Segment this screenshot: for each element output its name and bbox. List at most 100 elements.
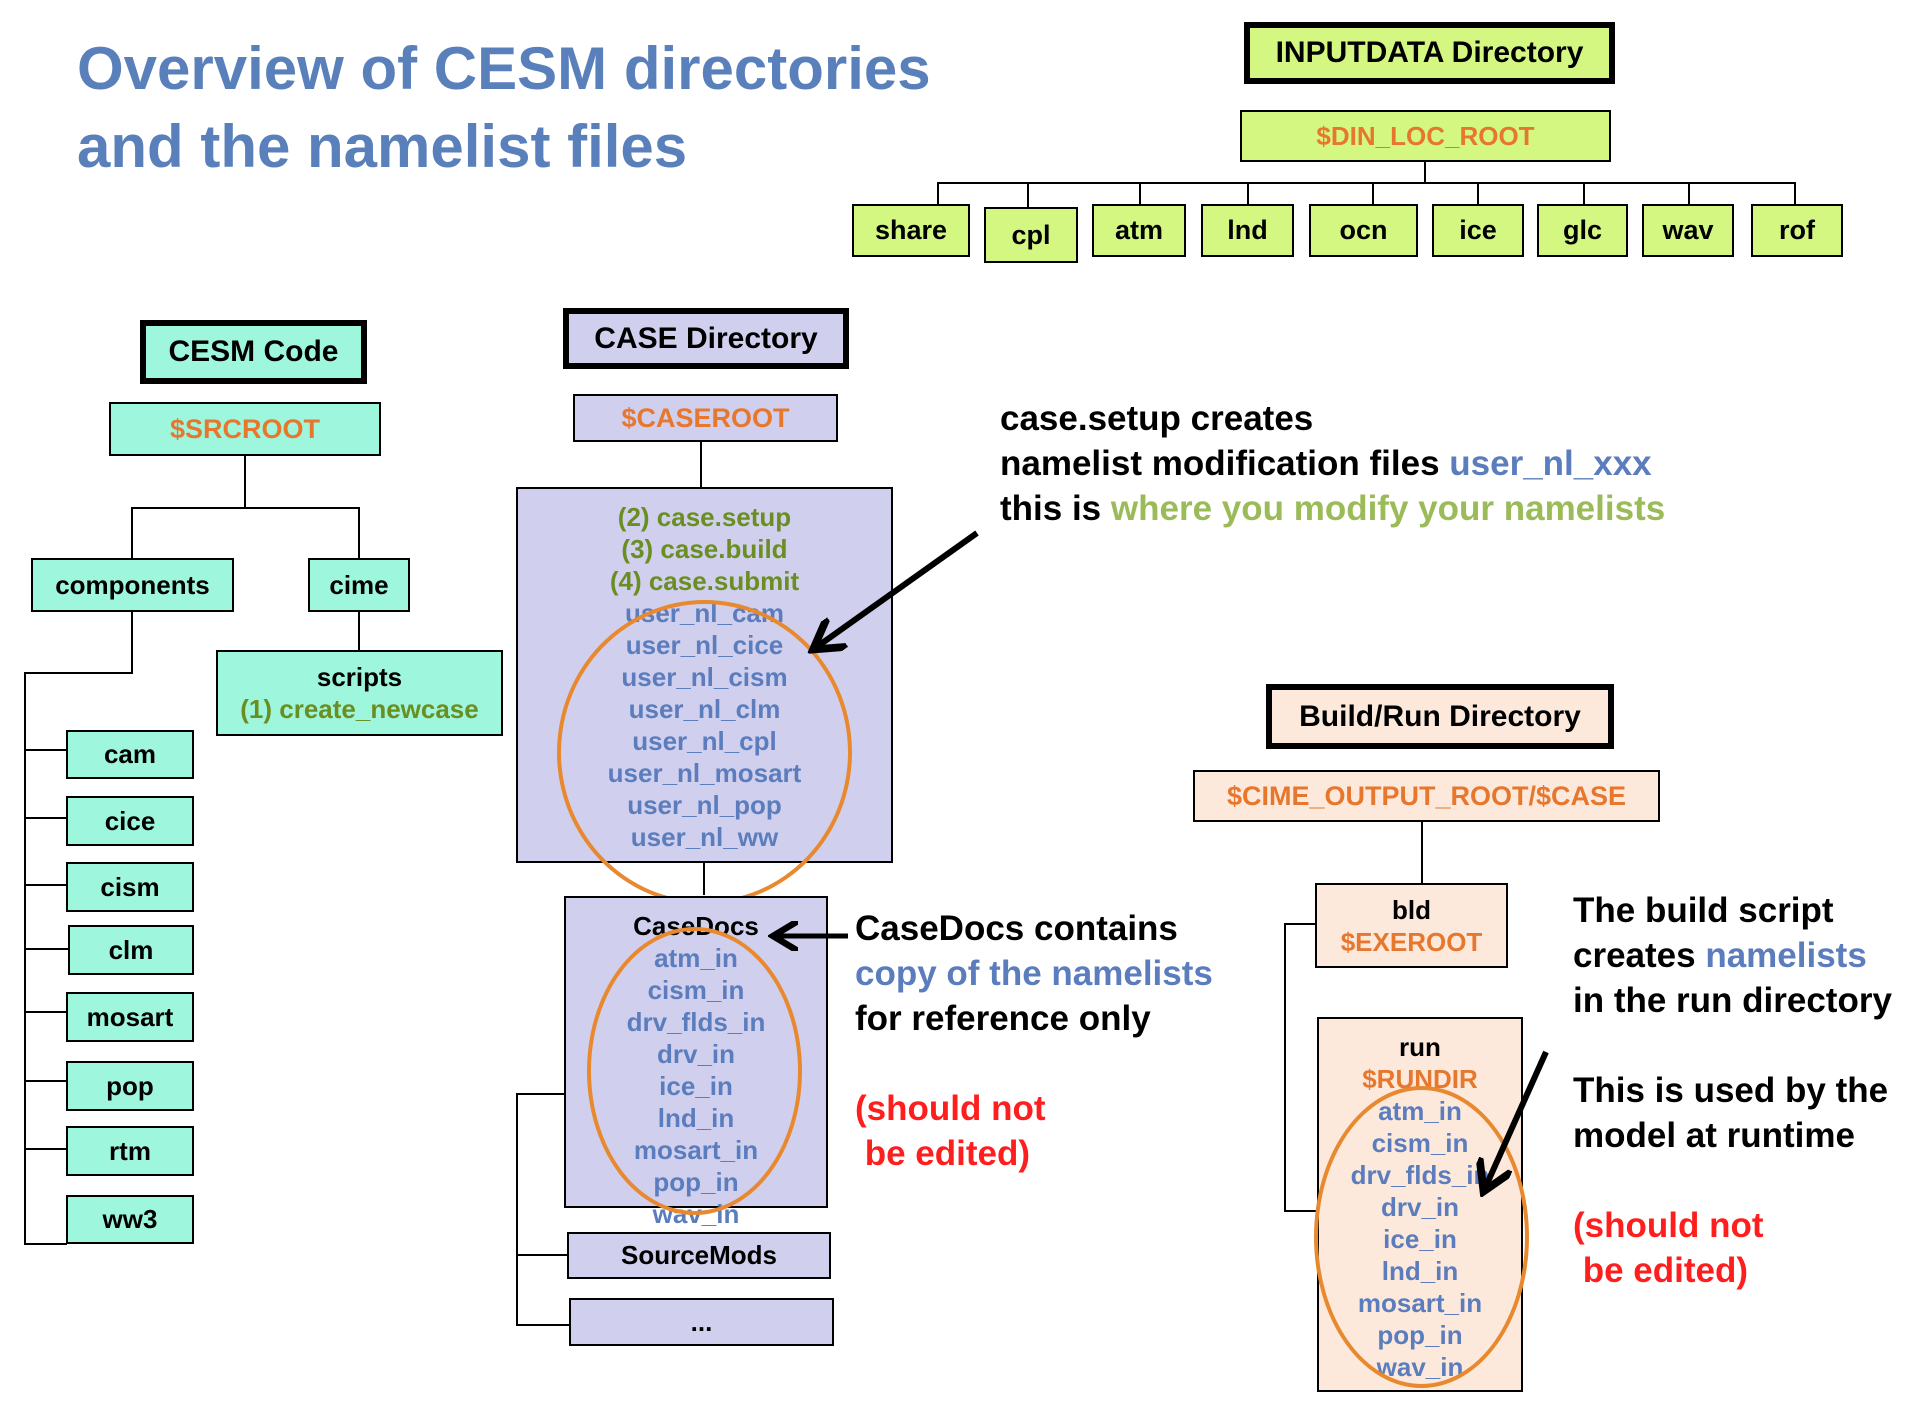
din-loc-root-box[interactable]: $DIN_LOC_ROOT [1240,110,1611,162]
case-setup-step[interactable]: (2) case.setup [618,501,791,533]
user-nl-file[interactable]: user_nl_cpl [632,725,777,757]
cime-box[interactable]: cime [308,558,410,612]
caseroot-contents-box: (2) case.setup (3) case.build (4) case.s… [516,487,893,863]
run-file[interactable]: atm_in [1378,1095,1462,1127]
run-file[interactable]: drv_in [1381,1191,1459,1223]
casedocs-label[interactable]: CaseDocs [633,910,759,942]
cime-output-root-label: $CIME_OUTPUT_ROOT/$CASE [1226,780,1627,811]
component-folder-cism[interactable]: cism [66,862,194,912]
inputdata-folder-cpl[interactable]: cpl [984,207,1078,263]
inputdata-folder-share[interactable]: share [852,204,970,257]
casedocs-list: CaseDocs atm_in cism_in drv_flds_in drv_… [627,910,766,1230]
inputdata-header-label: INPUTDATA Directory [1275,36,1584,69]
inputdata-folder-rof[interactable]: rof [1751,204,1843,257]
user-nl-file[interactable]: user_nl_cam [625,597,784,629]
case-setup-note: case.setup creates namelist modification… [1000,396,1665,531]
component-folder-ww3[interactable]: ww3 [66,1195,194,1244]
connector [1247,182,1249,205]
run-file[interactable]: ice_in [1383,1223,1457,1255]
scripts-label: scripts [316,662,403,692]
run-file[interactable]: cism_in [1372,1127,1469,1159]
warning-line: be edited) [1573,1251,1749,1290]
casedocs-file[interactable]: ice_in [659,1070,733,1102]
run-file[interactable]: wav_in [1377,1351,1464,1383]
casedocs-file[interactable]: drv_in [657,1038,735,1070]
more-folders-box[interactable]: ... [569,1298,834,1346]
modify-namelists-highlight: where you modify your namelists [1110,489,1666,528]
folder-label: cice [104,805,156,836]
connector [937,182,939,205]
casedocs-file[interactable]: wav_in [653,1198,740,1230]
run-file[interactable]: pop_in [1377,1319,1462,1351]
component-folder-clm[interactable]: clm [68,925,194,975]
connector [25,672,133,674]
inputdata-folder-ocn[interactable]: ocn [1309,204,1418,257]
connector [131,611,133,673]
components-label: components [55,569,210,600]
inputdata-folder-wav[interactable]: wav [1642,204,1734,257]
cime-label: cime [329,569,389,600]
run-list: run $RUNDIR atm_in cism_in drv_flds_in d… [1351,1031,1490,1383]
user-nl-file[interactable]: user_nl_pop [627,789,782,821]
user-nl-file[interactable]: user_nl_clm [629,693,781,725]
folder-label: glc [1562,215,1602,245]
case-directory-header-label: CASE Directory [594,321,818,355]
connector [1424,161,1426,184]
component-folder-cice[interactable]: cice [66,796,194,846]
component-folder-cam[interactable]: cam [66,730,194,779]
connector [131,507,359,509]
srcroot-box[interactable]: $SRCROOT [109,402,381,456]
case-submit-step[interactable]: (4) case.submit [610,565,799,597]
namelists-highlight: namelists [1705,936,1867,975]
components-box[interactable]: components [31,558,234,612]
connector [516,1093,564,1095]
user-nl-file[interactable]: user_nl_cism [621,661,787,693]
component-folder-rtm[interactable]: rtm [66,1126,194,1176]
connector [24,1080,67,1082]
user-nl-file[interactable]: user_nl_mosart [608,757,802,789]
casedocs-file[interactable]: drv_flds_in [627,1006,766,1038]
folder-label: ww3 [102,1204,158,1234]
caseroot-box[interactable]: $CASEROOT [573,394,838,442]
run-file[interactable]: mosart_in [1358,1287,1482,1319]
casedocs-file[interactable]: pop_in [653,1166,738,1198]
component-folder-mosart[interactable]: mosart [66,992,194,1042]
build-note: The build script creates namelists in th… [1573,888,1892,1293]
inputdata-folder-lnd[interactable]: lnd [1201,204,1294,257]
inputdata-folder-atm[interactable]: atm [1092,204,1186,257]
note-line: case.setup creates [1000,399,1314,438]
casedocs-file[interactable]: mosart_in [634,1134,758,1166]
connector [24,1011,67,1013]
connector [24,1243,67,1245]
note-line: The build script [1573,891,1834,930]
run-file[interactable]: lnd_in [1382,1255,1459,1287]
connector [358,611,360,650]
cime-output-root-box[interactable]: $CIME_OUTPUT_ROOT/$CASE [1193,770,1660,822]
more-folders-label: ... [690,1306,713,1337]
user-nl-file[interactable]: user_nl_cice [626,629,784,661]
casedocs-file[interactable]: atm_in [654,942,738,974]
din-loc-root-label: $DIN_LOC_ROOT [1316,120,1535,151]
folder-label: rof [1779,215,1815,245]
bld-box[interactable]: bld $EXEROOT [1315,883,1508,968]
inputdata-folder-ice[interactable]: ice [1432,204,1524,257]
inputdata-folder-glc[interactable]: glc [1537,204,1628,257]
scripts-box[interactable]: scripts (1) create_newcase [216,650,503,736]
casedocs-file[interactable]: cism_in [648,974,745,1006]
user-nl-file[interactable]: user_nl_ww [631,821,778,853]
warning-line: (should not [855,1089,1046,1128]
casedocs-file[interactable]: lnd_in [658,1102,735,1134]
connector [1139,182,1141,205]
component-folder-pop[interactable]: pop [66,1061,194,1111]
user-nl-xxx-highlight: user_nl_xxx [1449,444,1652,483]
srcroot-label: $SRCROOT [169,413,321,444]
case-directory-header: CASE Directory [563,308,849,369]
folder-label: lnd [1227,215,1268,245]
folder-label: cpl [1011,219,1051,250]
run-label[interactable]: run [1399,1031,1441,1063]
run-file[interactable]: drv_flds_in [1351,1159,1490,1191]
connector [24,948,69,950]
case-build-step[interactable]: (3) case.build [621,533,787,565]
sourcemods-box[interactable]: SourceMods [567,1232,831,1279]
warning-line: be edited) [855,1134,1031,1173]
